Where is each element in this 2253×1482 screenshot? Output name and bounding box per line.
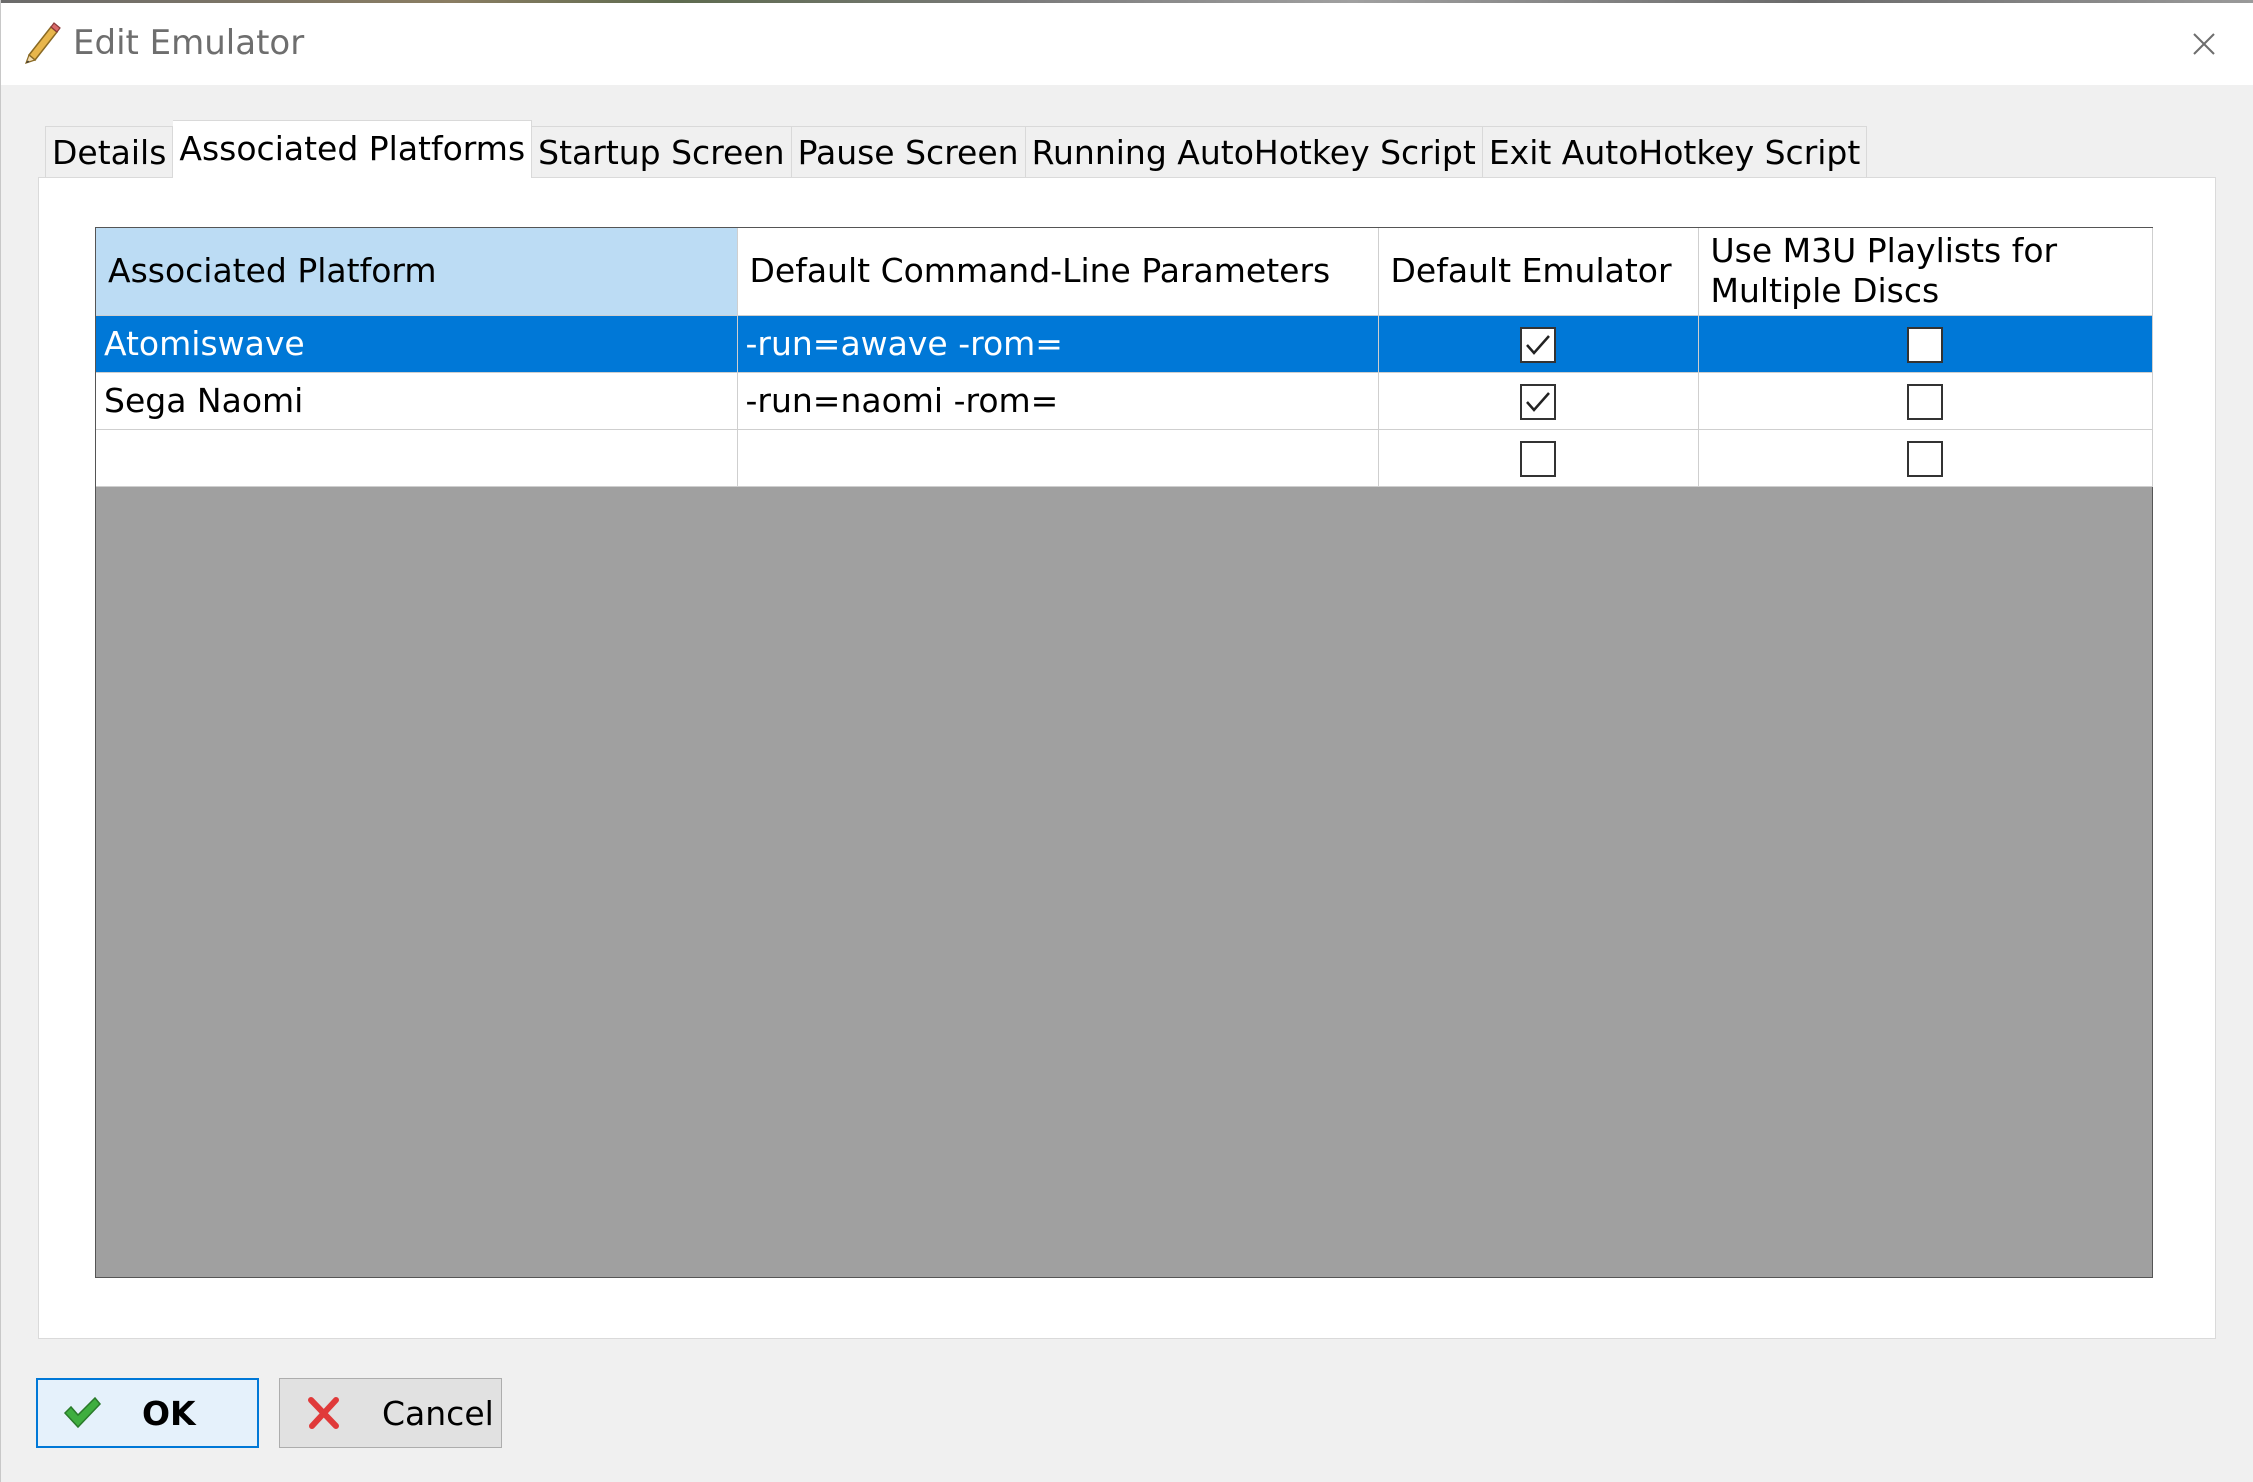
table-row[interactable]: Atomiswave -run=awave -rom= [96, 315, 2153, 373]
tab-exit-autohotkey-script[interactable]: Exit AutoHotkey Script [1482, 126, 1868, 178]
tab-strip: Details Associated Platforms Startup Scr… [45, 120, 1868, 178]
platform-cell[interactable] [96, 429, 738, 487]
cancel-button[interactable]: Cancel [279, 1378, 502, 1448]
table-row[interactable]: Sega Naomi -run=naomi -rom= [96, 372, 2153, 430]
column-header-command-line-parameters[interactable]: Default Command-Line Parameters [737, 228, 1379, 316]
tab-startup-screen[interactable]: Startup Screen [532, 126, 792, 178]
x-icon [304, 1393, 344, 1433]
header-row: Associated Platform Default Command-Line… [96, 228, 2153, 316]
tab-associated-platforms[interactable]: Associated Platforms [173, 120, 533, 178]
checkmark-icon [1526, 335, 1550, 355]
default-emulator-cell [1378, 315, 1699, 373]
ok-label: OK [142, 1393, 196, 1433]
edit-emulator-window: Edit Emulator Details Associated Platfor… [0, 0, 2253, 1482]
platform-cell[interactable]: Sega Naomi [96, 372, 738, 430]
use-m3u-checkbox[interactable] [1907, 384, 1943, 420]
use-m3u-checkbox[interactable] [1907, 327, 1943, 363]
checkmark-icon [1526, 392, 1550, 412]
checkmark-icon [62, 1393, 102, 1433]
window-title: Edit Emulator [73, 23, 305, 63]
cancel-label: Cancel [382, 1393, 494, 1433]
platforms-grid[interactable]: Associated Platform Default Command-Line… [95, 227, 2153, 1278]
use-m3u-cell [1698, 315, 2153, 373]
use-m3u-checkbox[interactable] [1907, 441, 1943, 477]
column-header-default-emulator[interactable]: Default Emulator [1378, 228, 1699, 316]
default-emulator-checkbox[interactable] [1520, 327, 1556, 363]
pencil-icon [21, 21, 61, 65]
default-emulator-checkbox[interactable] [1520, 441, 1556, 477]
close-icon [2191, 31, 2217, 61]
column-header-use-m3u-playlists[interactable]: Use M3U Playlists for Multiple Discs [1698, 228, 2153, 316]
use-m3u-cell [1698, 429, 2153, 487]
close-button[interactable] [2181, 23, 2227, 69]
platform-cell[interactable]: Atomiswave [96, 315, 738, 373]
ok-button[interactable]: OK [36, 1378, 259, 1448]
column-header-associated-platform[interactable]: Associated Platform [96, 228, 738, 316]
params-cell[interactable]: -run=awave -rom= [737, 315, 1379, 373]
default-emulator-cell [1378, 429, 1699, 487]
title-bar: Edit Emulator [1, 3, 2253, 85]
table-row-new[interactable] [96, 429, 2153, 487]
tab-running-autohotkey-script[interactable]: Running AutoHotkey Script [1025, 126, 1483, 178]
tab-details[interactable]: Details [45, 126, 174, 178]
params-cell[interactable] [737, 429, 1379, 487]
default-emulator-checkbox[interactable] [1520, 384, 1556, 420]
params-cell[interactable]: -run=naomi -rom= [737, 372, 1379, 430]
default-emulator-cell [1378, 372, 1699, 430]
platforms-table: Associated Platform Default Command-Line… [96, 228, 2153, 487]
use-m3u-cell [1698, 372, 2153, 430]
tab-pause-screen[interactable]: Pause Screen [791, 126, 1026, 178]
